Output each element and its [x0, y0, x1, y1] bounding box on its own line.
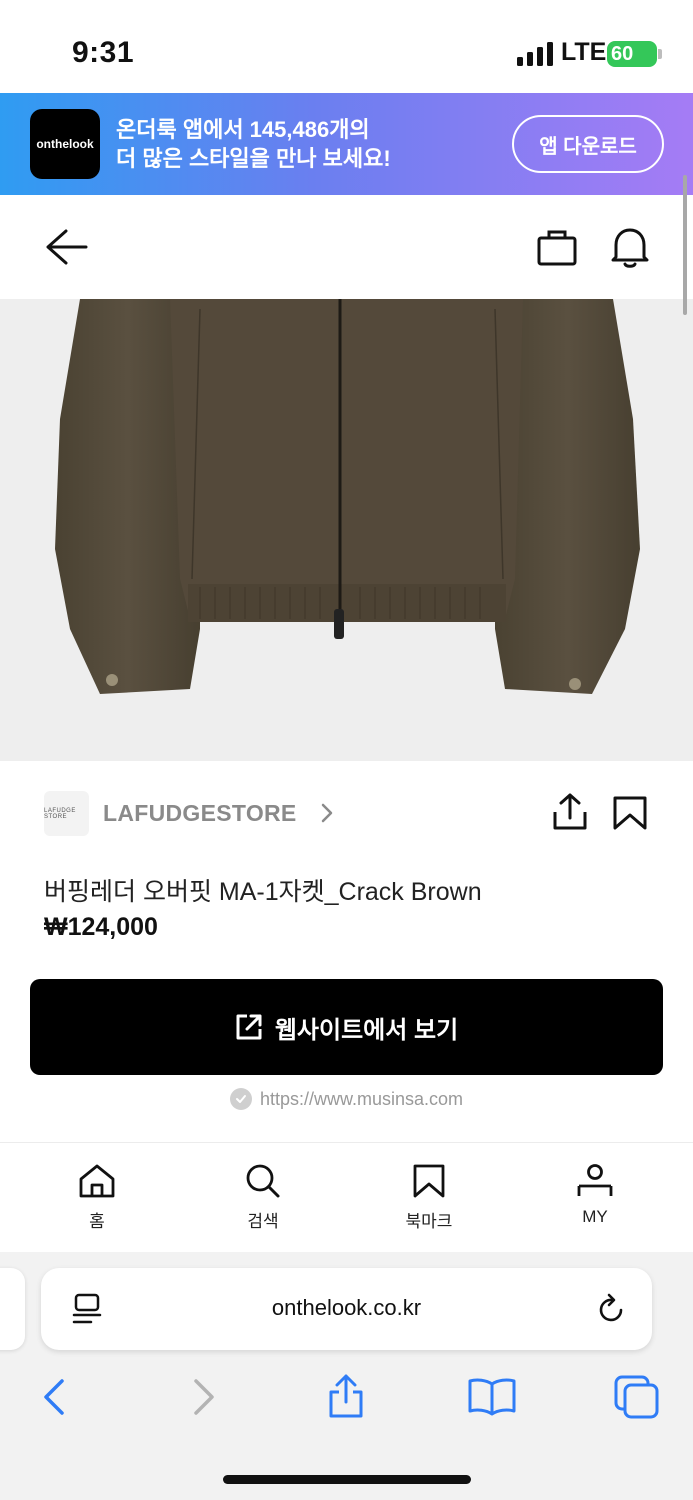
- tab-my-label: MY: [582, 1207, 608, 1226]
- view-on-website-button[interactable]: 웹사이트에서 보기: [30, 979, 663, 1075]
- tab-search-label: 검색: [247, 1212, 279, 1231]
- back-icon[interactable]: [40, 1378, 68, 1416]
- promo-line-1: 온더룩 앱에서 145,486개의: [116, 117, 370, 142]
- url-text: onthelook.co.kr: [271, 1295, 422, 1320]
- tab-home-label: 홈: [89, 1212, 105, 1231]
- shopping-bag-icon[interactable]: [536, 227, 578, 267]
- product-image[interactable]: [0, 299, 693, 761]
- share-icon[interactable]: [326, 1372, 366, 1420]
- tab-bookmark[interactable]: 북마크: [369, 1163, 489, 1232]
- check-icon: [229, 1088, 252, 1110]
- tab-home[interactable]: 홈: [37, 1163, 157, 1232]
- promo-text: 온더룩 앱에서 145,486개의 더 많은 스타일을 만나 보세요!: [116, 115, 391, 173]
- product-price: ₩124,000: [44, 913, 158, 941]
- jacket-illustration: [55, 299, 640, 694]
- battery-icon: 60: [607, 41, 657, 67]
- reload-icon[interactable]: [595, 1292, 627, 1326]
- product-title: 버핑레더 오버핏 MA-1자켓_Crack Brown: [44, 878, 482, 906]
- app-download-button[interactable]: 앱 다운로드: [512, 115, 664, 173]
- user-icon: [577, 1164, 613, 1196]
- signal-icon: [517, 42, 553, 66]
- status-time: 9:31: [72, 36, 135, 69]
- chevron-right-icon[interactable]: [318, 801, 336, 825]
- address-bar[interactable]: onthelook.co.kr: [41, 1268, 652, 1350]
- home-icon: [79, 1164, 115, 1198]
- previous-tab-peek[interactable]: [0, 1268, 25, 1350]
- tab-bookmark-label: 북마크: [405, 1212, 453, 1231]
- battery-cap: [658, 49, 662, 59]
- bottom-tab-bar: 홈 검색 북마크 MY: [0, 1142, 693, 1252]
- home-indicator: [223, 1475, 471, 1484]
- tabs-icon[interactable]: [613, 1374, 661, 1420]
- bookmark-icon[interactable]: [612, 795, 648, 831]
- top-navigation: [0, 195, 693, 299]
- arrow-left-icon[interactable]: [44, 227, 88, 267]
- source-url-row: https://www.musinsa.com: [0, 1088, 693, 1110]
- bookmark-icon: [413, 1164, 445, 1198]
- forward-icon[interactable]: [190, 1378, 218, 1416]
- tab-my[interactable]: MY: [535, 1163, 655, 1227]
- promo-line-2: 더 많은 스타일을 만나 보세요!: [116, 146, 391, 171]
- carrier-label: LTE: [561, 38, 607, 66]
- search-icon: [246, 1164, 280, 1198]
- share-icon[interactable]: [551, 792, 589, 832]
- store-name-link[interactable]: LAFUDGESTORE: [103, 800, 297, 827]
- source-url: https://www.musinsa.com: [259, 1088, 464, 1109]
- app-promo-banner[interactable]: onthelook 온더룩 앱에서 145,486개의 더 많은 스타일을 만나…: [0, 93, 693, 195]
- status-bar: 9:31 LTE 60: [0, 0, 693, 93]
- store-logo[interactable]: LAFUDGE STORE: [44, 791, 89, 836]
- onthelook-logo: onthelook: [30, 109, 100, 179]
- bell-icon[interactable]: [610, 225, 650, 269]
- tab-search[interactable]: 검색: [203, 1163, 323, 1232]
- bookmarks-icon[interactable]: [467, 1376, 517, 1416]
- external-link-icon: [236, 1014, 262, 1040]
- view-on-website-label: 웹사이트에서 보기: [274, 1016, 459, 1044]
- scroll-indicator[interactable]: [683, 175, 687, 315]
- battery-level: 60: [611, 42, 634, 65]
